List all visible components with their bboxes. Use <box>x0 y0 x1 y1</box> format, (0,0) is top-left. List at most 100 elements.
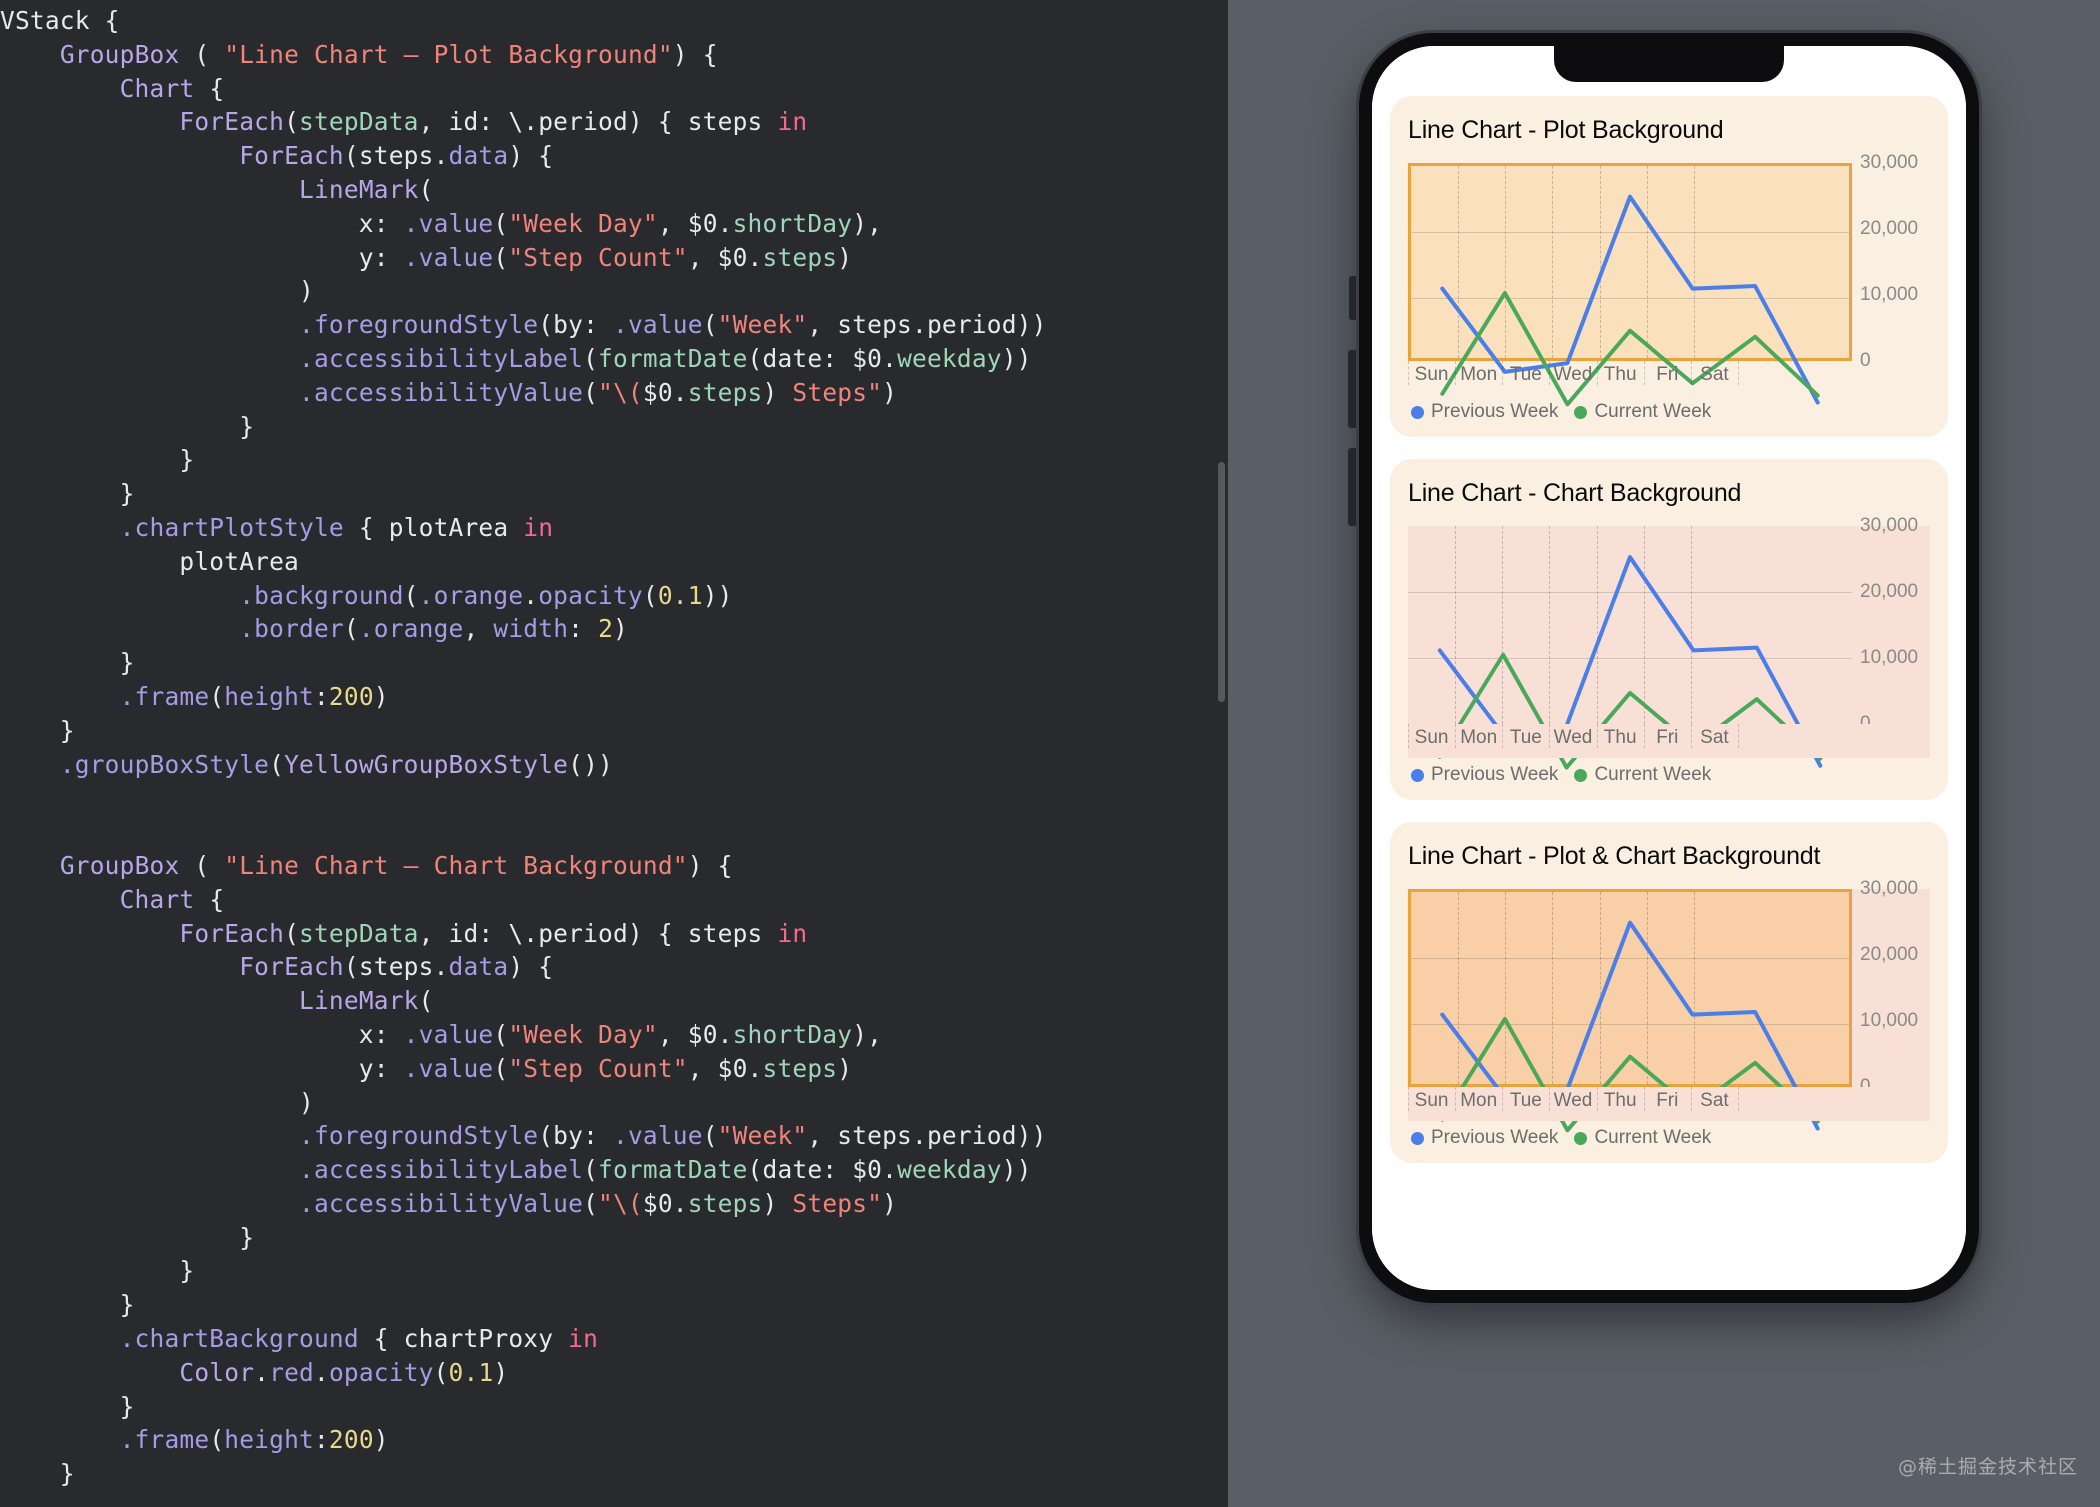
x-axis-tick-label: Tue <box>1509 727 1542 748</box>
y-axis-labels: 010,00020,00030,000 <box>1852 878 1930 1097</box>
x-axis-tick-mark <box>1408 361 1409 385</box>
code-token: .foregroundStyle <box>299 1121 539 1151</box>
code-line: .border(.orange, width: 2) <box>0 612 1228 646</box>
vertical-scrollbar[interactable] <box>1218 462 1225 702</box>
x-axis-tick-mark <box>1455 1087 1457 1111</box>
y-axis-labels: 010,00020,00030,000 <box>1852 152 1930 371</box>
code-line: GroupBox ( "Line Chart – Plot Background… <box>0 38 1228 72</box>
code-token: ) { <box>508 141 554 171</box>
code-token: ( <box>493 242 509 272</box>
silent-switch-button[interactable] <box>1349 276 1359 320</box>
code-token: ( <box>403 580 419 610</box>
code-token: 200 <box>328 681 374 711</box>
code-token: ( <box>418 986 434 1016</box>
code-token: ForEach <box>179 107 285 137</box>
code-token: , $0. <box>687 1053 763 1083</box>
x-axis-tick-label: Thu <box>1603 1090 1637 1111</box>
code-token: data <box>448 141 509 171</box>
code-token: ) <box>762 377 793 407</box>
code-token: } <box>0 479 135 509</box>
code-line: } <box>0 714 1228 748</box>
code-token: .value <box>403 1019 494 1049</box>
code-token: .value <box>403 208 494 238</box>
x-axis-tick-mark <box>1690 1087 1692 1111</box>
code-line: ​ <box>0 815 1228 849</box>
code-token: .background <box>239 580 404 610</box>
x-axis-tick-label: Wed <box>1553 1090 1593 1111</box>
volume-up-button[interactable] <box>1348 350 1358 428</box>
chart-plot-wrapper: 010,00020,00030,000 <box>1408 515 1930 724</box>
code-line: plotArea <box>0 545 1228 579</box>
code-token: GroupBox <box>59 39 180 69</box>
code-line: } <box>0 477 1228 511</box>
x-axis-tick-label: Tue <box>1509 1090 1542 1111</box>
code-token: . <box>254 1357 270 1387</box>
x-axis-tick-label: Mon <box>1460 1090 1498 1111</box>
iphone-device-frame: Line Chart - Plot Background 0 10,000 20,00… <box>1359 33 1979 1303</box>
x-axis-tick-mark <box>1502 724 1504 748</box>
code-line: .accessibilityLabel(formatDate(date: $0.… <box>0 342 1228 376</box>
code-token: opacity <box>328 1357 434 1387</box>
code-token: } <box>0 1391 135 1421</box>
app-screen[interactable]: Line Chart - Plot Background 0 10,000 20,00… <box>1372 46 1966 1290</box>
code-token: ( <box>493 1053 509 1083</box>
code-token: ( <box>209 681 225 711</box>
x-axis-inner: Sun Mon Tue Wed Thu Fri Sat <box>1408 361 1852 395</box>
code-token: ) <box>0 1087 314 1117</box>
x-axis-right-pad <box>1852 361 1930 395</box>
code-token: .groupBoxStyle <box>59 749 270 779</box>
code-token: } <box>0 1222 255 1252</box>
x-axis: Sun Mon Tue Wed Thu Fri Sat <box>1408 724 1930 758</box>
code-token: "Week Day" <box>508 208 658 238</box>
code-token: LineMark <box>299 174 419 204</box>
x-axis-tick-label: Sat <box>1700 727 1729 748</box>
x-axis-tick-label: Thu <box>1603 364 1637 385</box>
code-token: .value <box>613 310 703 340</box>
code-token: "Week Day" <box>508 1019 658 1049</box>
code-token: . <box>313 1357 329 1387</box>
code-token: , $0. <box>657 1019 733 1049</box>
x-axis-right-pad <box>1852 724 1930 758</box>
code-token: , $0. <box>687 242 763 272</box>
code-token: in <box>523 512 554 542</box>
x-axis-tick-label: Mon <box>1460 364 1498 385</box>
code-line: } <box>0 1457 1228 1491</box>
code-line: .chartPlotStyle { plotArea in <box>0 511 1228 545</box>
code-editor-panel[interactable]: VStack { GroupBox ( "Line Chart – Plot B… <box>0 0 1228 1507</box>
code-token: red <box>269 1357 314 1387</box>
code-line: } <box>0 443 1228 477</box>
code-token: "Week" <box>717 310 808 340</box>
code-line: } <box>0 1288 1228 1322</box>
code-line: ForEach(steps.data) { <box>0 950 1228 984</box>
code-token: steps <box>687 377 763 407</box>
code-token: .orange <box>418 580 524 610</box>
code-token: steps <box>762 1053 838 1083</box>
chart-card: Line Chart - Plot Background 0 10,000 20,00… <box>1390 96 1948 437</box>
volume-down-button[interactable] <box>1348 448 1358 526</box>
code-line: ForEach(stepData, id: \.period) { steps … <box>0 105 1228 139</box>
code-token: formatDate <box>598 343 748 373</box>
code-token: )) <box>1001 1155 1032 1185</box>
code-token: 200 <box>328 1425 374 1455</box>
code-token: ) { <box>687 850 733 880</box>
code-line: Chart { <box>0 883 1228 917</box>
code-token: ( <box>179 39 225 69</box>
code-token: $0. <box>642 1188 688 1218</box>
code-token: ForEach <box>179 918 285 948</box>
swift-code-listing[interactable]: VStack { GroupBox ( "Line Chart – Plot B… <box>0 0 1228 1491</box>
code-token: .accessibilityLabel <box>299 343 584 373</box>
code-token: LineMark <box>299 986 419 1016</box>
y-axis-tick-label: 10,000 <box>1860 1010 1919 1031</box>
code-token: , id: \.period) { steps <box>418 918 778 948</box>
x-axis: Sun Mon Tue Wed Thu Fri Sat <box>1408 1087 1930 1121</box>
code-token: height <box>224 1425 314 1455</box>
code-token: formatDate <box>598 1155 748 1185</box>
y-axis-tick-label: 30,000 <box>1860 515 1919 536</box>
